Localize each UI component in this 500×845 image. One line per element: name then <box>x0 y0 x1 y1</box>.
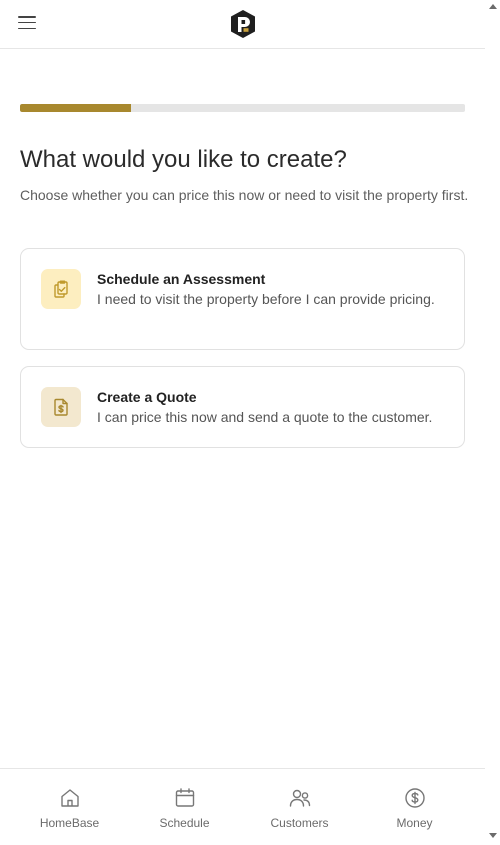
hamburger-menu-icon[interactable] <box>18 16 36 30</box>
p-logo-icon[interactable] <box>229 9 257 39</box>
app-screen: What would you like to create? Choose wh… <box>0 0 485 845</box>
page-subtitle: Choose whether you can price this now or… <box>20 187 469 203</box>
nav-label: Money <box>396 816 433 830</box>
assessment-icon-tile <box>41 269 81 309</box>
quote-option-text: Create a Quote I can price this now and … <box>97 387 444 427</box>
nav-item-customers[interactable]: Customers <box>242 769 357 845</box>
dollar-document-icon <box>54 398 68 416</box>
nav-item-money[interactable]: Money <box>357 769 472 845</box>
assessment-option-text: Schedule an Assessment I need to visit t… <box>97 269 444 309</box>
nav-label: Schedule <box>159 816 210 830</box>
scroll-down-arrow-icon[interactable] <box>489 833 497 838</box>
home-icon <box>60 789 79 807</box>
nav-item-homebase[interactable]: HomeBase <box>12 769 127 845</box>
clipboard-check-icon <box>54 280 68 298</box>
progress-bar <box>20 104 465 112</box>
option-description: I need to visit the property before I ca… <box>97 291 435 307</box>
nav-label: Customers <box>270 816 329 830</box>
option-description: I can price this now and send a quote to… <box>97 409 433 425</box>
schedule-assessment-option[interactable]: Schedule an Assessment I need to visit t… <box>20 248 465 350</box>
nav-label: HomeBase <box>39 816 100 830</box>
users-icon <box>289 789 310 807</box>
scroll-up-arrow-icon[interactable] <box>489 4 497 9</box>
top-header <box>0 0 485 49</box>
calendar-icon <box>175 788 194 807</box>
dollar-circle-icon <box>404 788 425 808</box>
option-title: Create a Quote <box>97 389 197 405</box>
option-title: Schedule an Assessment <box>97 271 266 287</box>
progress-fill <box>20 104 132 112</box>
nav-item-schedule[interactable]: Schedule <box>127 769 242 845</box>
create-quote-option[interactable]: Create a Quote I can price this now and … <box>20 366 465 448</box>
bottom-navigation: HomeBase Schedule Customers Money <box>0 768 485 845</box>
scrollbar[interactable] <box>485 0 500 845</box>
quote-icon-tile <box>41 387 81 427</box>
page-title: What would you like to create? <box>20 146 347 173</box>
